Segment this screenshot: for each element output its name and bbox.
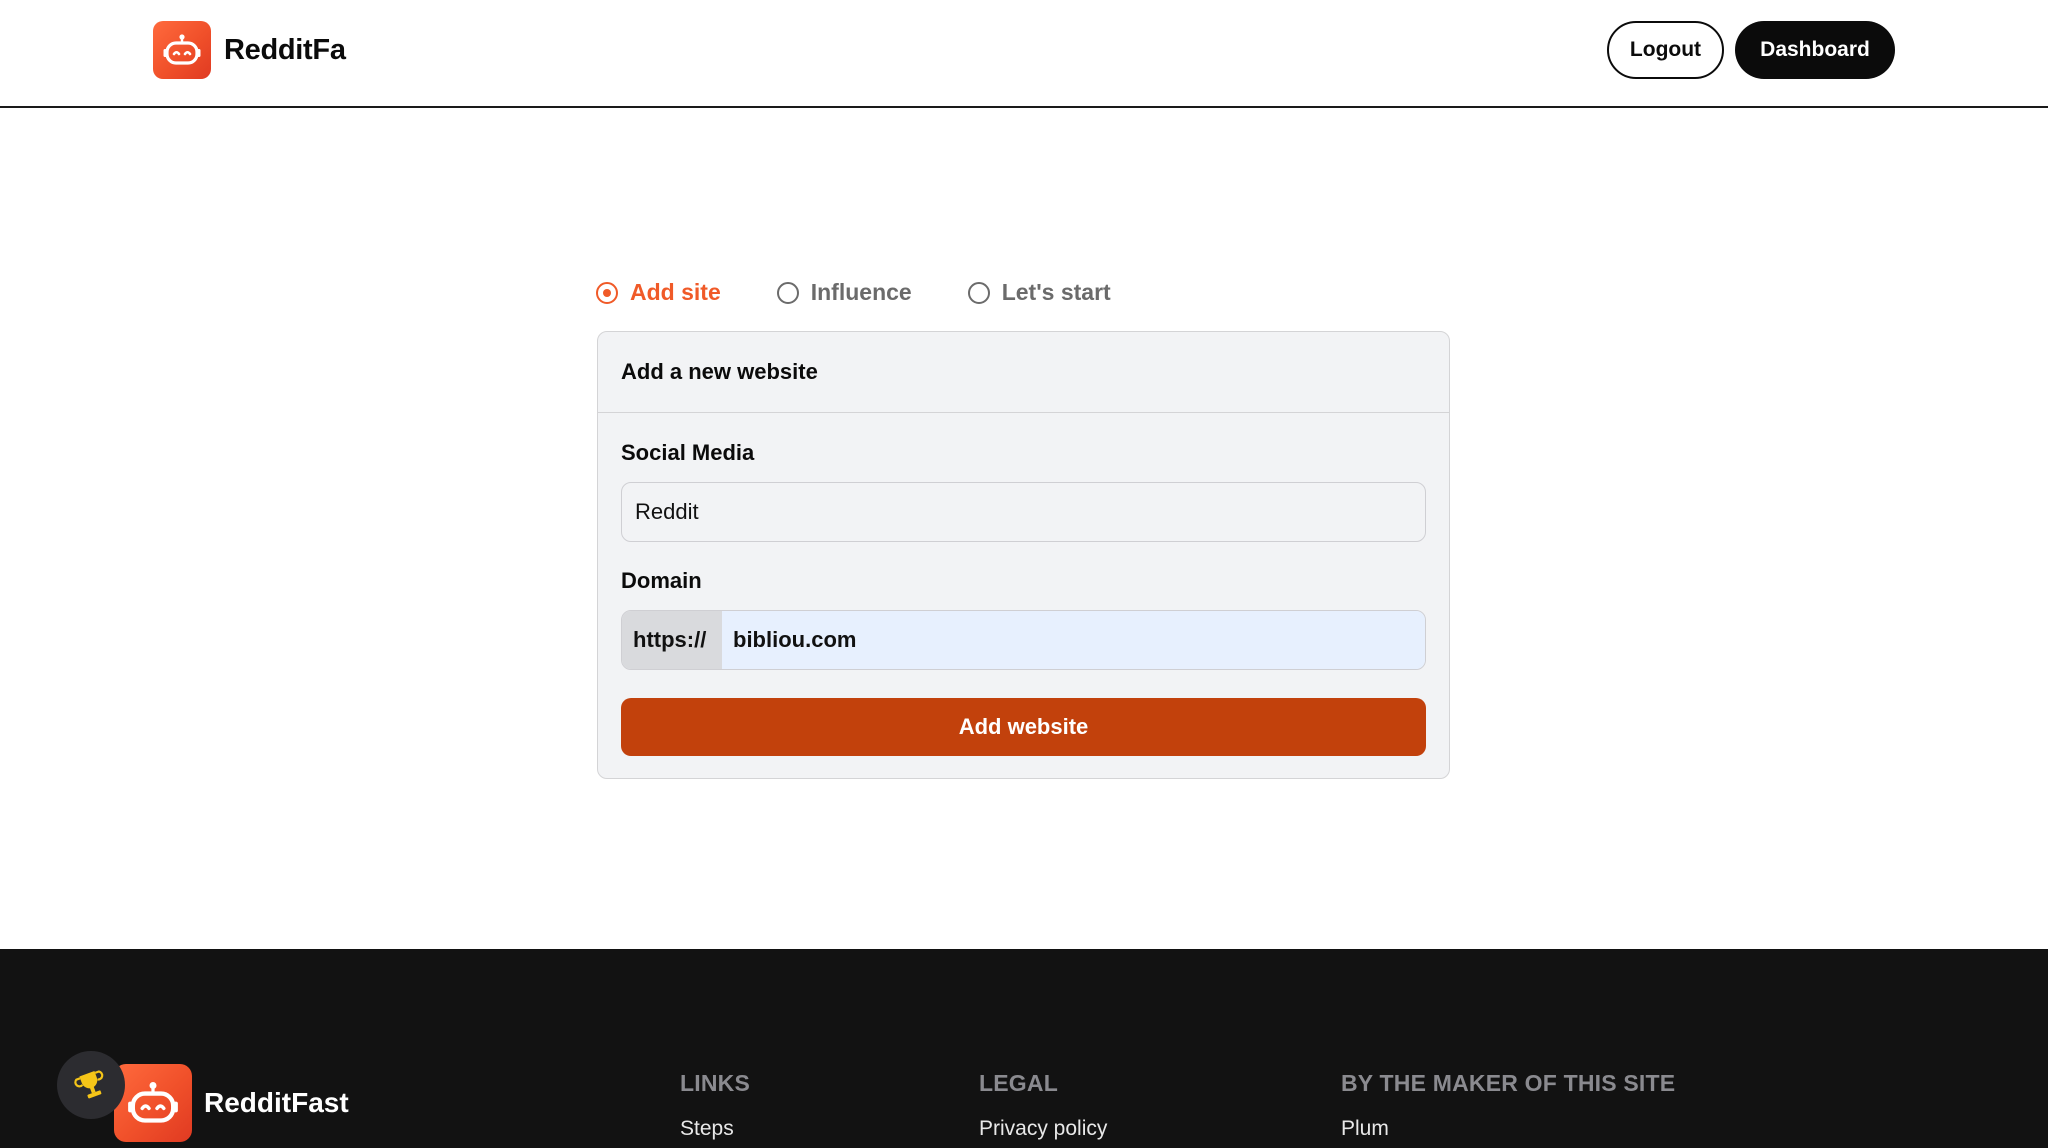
robot-icon <box>114 1064 192 1142</box>
trophy-icon <box>74 1070 104 1099</box>
footer-link-steps[interactable]: Steps <box>680 1117 750 1141</box>
footer-heading: LEGAL <box>979 1070 1058 1096</box>
add-website-button[interactable]: Add website <box>621 698 1426 756</box>
step-lets-start[interactable]: Let's start <box>967 279 1111 306</box>
logout-button[interactable]: Logout <box>1607 21 1724 79</box>
step-indicator: Add site Influence Let's start <box>596 279 1167 306</box>
footer-col-links: LINKS Steps <box>680 1070 750 1141</box>
domain-prefix: https:// <box>622 611 722 669</box>
robot-icon <box>153 21 211 79</box>
footer-link-privacy-policy[interactable]: Privacy policy <box>979 1117 1107 1141</box>
step-label: Influence <box>810 279 912 305</box>
social-media-label: Social Media <box>621 440 755 465</box>
domain-input-group: https:// bibliou.com <box>621 610 1426 670</box>
domain-input[interactable]: bibliou.com <box>722 611 1425 669</box>
step-label: Let's start <box>1001 279 1111 305</box>
footer-heading: BY THE MAKER OF THIS SITE <box>1341 1070 1676 1096</box>
top-header: RedditFa Logout Dashboard <box>0 0 2048 108</box>
social-media-select[interactable]: Reddit <box>621 482 1426 542</box>
step-radio-icon <box>776 281 799 304</box>
footer-col-legal: LEGAL Privacy policy <box>979 1070 1107 1141</box>
trophy-badge-button[interactable] <box>57 1051 125 1119</box>
step-label: Add site <box>630 279 721 305</box>
brand-name: RedditFa <box>224 33 346 66</box>
footer-col-maker: BY THE MAKER OF THIS SITE Plum <box>1341 1070 1675 1141</box>
step-radio-icon <box>967 281 990 304</box>
brand-link[interactable]: RedditFa <box>153 21 346 79</box>
footer-brand-name: RedditFast <box>204 1087 349 1118</box>
domain-label: Domain <box>621 568 702 593</box>
footer-link-plum[interactable]: Plum <box>1341 1117 1675 1141</box>
dashboard-button[interactable]: Dashboard <box>1735 21 1895 79</box>
footer-heading: LINKS <box>680 1070 750 1096</box>
step-add-site[interactable]: Add site <box>596 279 721 306</box>
step-radio-active-icon <box>596 281 618 304</box>
card-title: Add a new website <box>598 332 1449 413</box>
footer-brand-link[interactable]: RedditFast <box>114 1064 349 1142</box>
footer: RedditFast LINKS Steps LEGAL Privacy pol… <box>0 949 2048 1148</box>
add-website-card: Add a new website Social Media Reddit Do… <box>597 331 1450 779</box>
step-influence[interactable]: Influence <box>776 279 912 306</box>
